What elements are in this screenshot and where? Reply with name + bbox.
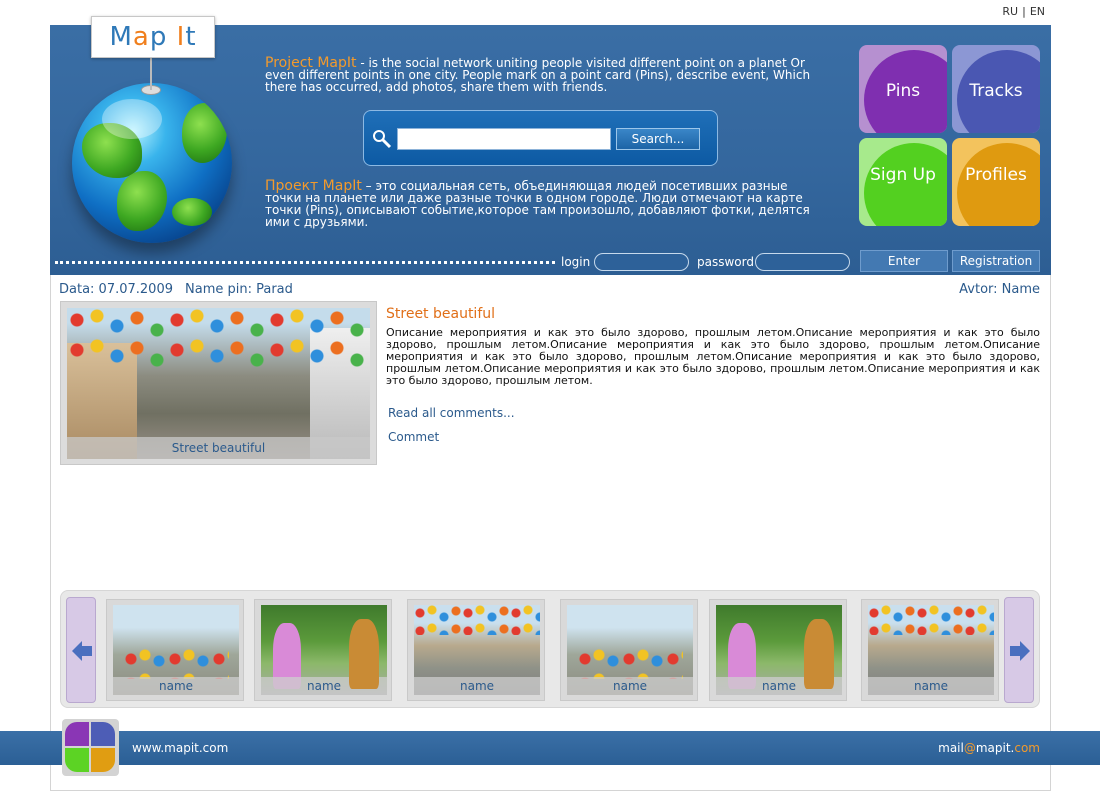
thumb-caption: name (868, 677, 994, 695)
header: Map It Project MapIt - is the social net… (50, 16, 1051, 275)
intro-english: Project MapIt - is the social network un… (265, 56, 825, 93)
thumb-caption: name (113, 677, 239, 695)
thumb-image: name (261, 605, 387, 695)
search-icon (373, 130, 392, 149)
nav-pins-button[interactable]: Pins (859, 45, 947, 133)
dotted-divider (55, 261, 555, 264)
arrow-left-icon (72, 641, 92, 661)
read-comments-link[interactable]: Read all comments... (388, 406, 515, 420)
thumb-caption: name (567, 677, 693, 695)
password-input[interactable] (755, 253, 850, 271)
thumb-image: name (567, 605, 693, 695)
post-title: Street beautiful (386, 306, 496, 322)
thumb-image: name (113, 605, 239, 695)
gallery-thumb[interactable]: name (709, 599, 847, 701)
nav-signup-button[interactable]: Sign Up (859, 138, 947, 226)
search-button[interactable]: Search... (616, 128, 700, 150)
nav-profiles-button[interactable]: Profiles (952, 138, 1040, 226)
registration-button[interactable]: Registration (952, 250, 1040, 272)
thumb-caption: name (261, 677, 387, 695)
nav-profiles-label: Profiles (965, 165, 1027, 185)
carousel-prev-button[interactable] (66, 597, 96, 703)
nav-signup-label: Sign Up (870, 165, 936, 185)
main-photo: Street beautiful (67, 308, 370, 459)
photo-carousel: name name name name name name (60, 590, 1040, 708)
site-logo[interactable]: Map It (91, 16, 215, 58)
thumb-caption: name (716, 677, 842, 695)
thumb-image: name (716, 605, 842, 695)
gallery-thumb[interactable]: name (861, 599, 999, 701)
thumb-image: name (414, 605, 540, 695)
main-photo-card[interactable]: Street beautiful (60, 301, 377, 465)
login-input[interactable] (594, 253, 689, 271)
nav-tracks-button[interactable]: Tracks (952, 45, 1040, 133)
gallery-thumb[interactable]: name (106, 599, 244, 701)
pin-date: Data: 07.07.2009 (59, 282, 173, 297)
thumb-image: name (868, 605, 994, 695)
arrow-right-icon (1010, 641, 1030, 661)
gallery-thumb[interactable]: name (254, 599, 392, 701)
lang-separator: | (1022, 5, 1026, 18)
nav-tracks-label: Tracks (969, 81, 1023, 101)
search-panel: Search... (363, 110, 718, 166)
globe-image (72, 83, 232, 243)
footer-logo-icon[interactable] (62, 719, 119, 776)
pin-name: Name pin: Parad (185, 282, 293, 297)
footer-email-link[interactable]: mail@mapit.com (938, 741, 1040, 755)
language-switcher: RU | EN (1002, 5, 1045, 18)
post-description: Описание мероприятия и как это было здор… (386, 326, 1040, 387)
lang-en-link[interactable]: EN (1030, 5, 1045, 18)
lang-ru-link[interactable]: RU (1002, 5, 1018, 18)
comment-link[interactable]: Commet (388, 430, 439, 444)
pin-author[interactable]: Avtor: Name (959, 282, 1040, 297)
password-label: password (697, 255, 754, 269)
search-input[interactable] (397, 128, 611, 150)
login-label: login (561, 255, 591, 269)
main-photo-caption: Street beautiful (67, 437, 370, 459)
carousel-next-button[interactable] (1004, 597, 1034, 703)
gallery-thumb[interactable]: name (407, 599, 545, 701)
gallery-thumb[interactable]: name (560, 599, 698, 701)
enter-button[interactable]: Enter (860, 250, 948, 272)
nav-pins-label: Pins (885, 81, 921, 101)
intro-russian: Проект MapIt – это социальная сеть, объе… (265, 179, 825, 228)
footer-site-link[interactable]: www.mapit.com (132, 741, 228, 755)
thumb-caption: name (414, 677, 540, 695)
